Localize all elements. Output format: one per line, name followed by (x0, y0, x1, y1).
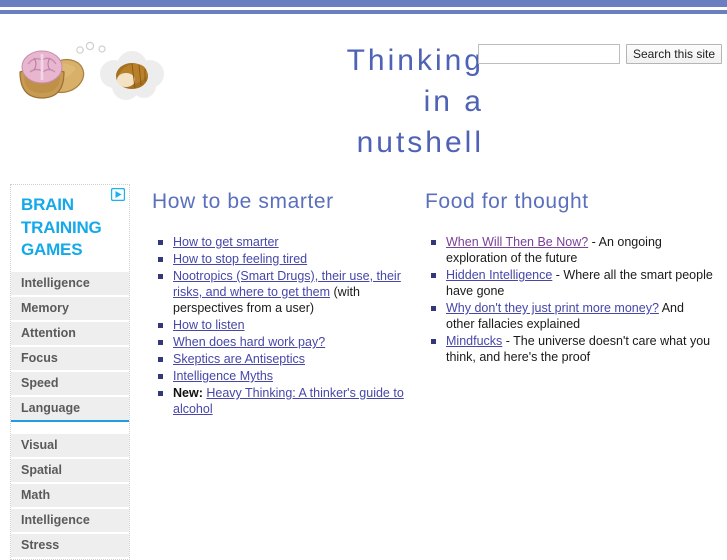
column-heading: How to be smarter (152, 190, 334, 213)
link-list-how-to-be-smarter: How to get smarter How to stop feeling ti… (152, 234, 415, 417)
ad-headline: BRAIN TRAINING GAMES (21, 195, 102, 259)
content-link[interactable]: Mindfucks (446, 334, 502, 348)
ad-link-language[interactable]: Language (11, 396, 129, 422)
list-item: How to listen (152, 317, 415, 333)
ad-link-spatial[interactable]: Spatial (11, 458, 129, 482)
content-link[interactable]: Why don't they just print more money? (446, 301, 659, 315)
content-link[interactable]: Skeptics are Antiseptics (173, 352, 305, 366)
ad-link-speed[interactable]: Speed (11, 371, 129, 395)
list-item: Hidden Intelligence - Where all the smar… (425, 267, 715, 299)
content-link[interactable]: How to stop feeling tired (173, 252, 307, 266)
list-item: When Will Then Be Now? - An ongoing expl… (425, 234, 715, 266)
column-heading: Food for thought (425, 190, 589, 213)
content-link[interactable]: When Will Then Be Now? (446, 235, 588, 249)
new-badge: New: (173, 386, 203, 400)
list-item: Mindfucks - The universe doesn't care wh… (425, 333, 715, 365)
title-line-2: in a (423, 85, 484, 118)
link-list-food-for-thought: When Will Then Be Now? - An ongoing expl… (425, 234, 715, 365)
column-food-for-thought: Food for thought When Will Then Be Now? … (415, 190, 715, 418)
ad-link-stress[interactable]: Stress (11, 533, 129, 557)
ad-link-intelligence[interactable]: Intelligence (11, 271, 129, 295)
list-item: Skeptics are Antiseptics (152, 351, 415, 367)
list-item: Why don't they just print more money? An… (425, 300, 715, 332)
list-item: New: Heavy Thinking: A thinker's guide t… (152, 385, 415, 417)
ad-link-memory[interactable]: Memory (11, 296, 129, 320)
list-item: When does hard work pay? (152, 334, 415, 350)
ad-link-intelligence-2[interactable]: Intelligence (11, 508, 129, 532)
advertisement-block[interactable]: BRAIN TRAINING GAMES Intelligence Memory… (10, 184, 130, 560)
title-line-3: nutshell (356, 126, 484, 159)
list-item: How to stop feeling tired (152, 251, 415, 267)
list-item: Nootropics (Smart Drugs), their use, the… (152, 268, 415, 316)
list-item: Intelligence Myths (152, 368, 415, 384)
search-input[interactable] (477, 44, 620, 64)
content-link[interactable]: Heavy Thinking: A thinker's guide to alc… (173, 386, 404, 416)
title-line-1: Thinking (346, 44, 484, 77)
ad-link-math[interactable]: Math (11, 483, 129, 507)
content-link[interactable]: When does hard work pay? (173, 335, 325, 349)
top-decorative-stripes (0, 0, 727, 14)
content-link[interactable]: Hidden Intelligence (446, 268, 552, 282)
adchoices-svg (110, 187, 126, 202)
ad-link-focus[interactable]: Focus (11, 346, 129, 370)
site-header: Thinking in a nutshell Search this site (0, 14, 727, 166)
stripe-upper (0, 0, 727, 7)
search-area: Search this site (477, 44, 722, 64)
column-how-to-be-smarter: How to be smarter How to get smarter How … (130, 190, 415, 418)
ad-link-attention[interactable]: Attention (11, 321, 129, 345)
ad-link-visual[interactable]: Visual (11, 433, 129, 457)
ad-link-group-1: Intelligence Memory Attention Focus Spee… (11, 271, 129, 422)
content-link[interactable]: How to listen (173, 318, 245, 332)
list-item: How to get smarter (152, 234, 415, 250)
search-button[interactable]: Search this site (625, 44, 722, 64)
content-row: BRAIN TRAINING GAMES Intelligence Memory… (0, 166, 727, 560)
content-link[interactable]: Intelligence Myths (173, 369, 273, 383)
page-title: Thinking in a nutshell (14, 40, 484, 163)
content-link[interactable]: Nootropics (Smart Drugs), their use, the… (173, 269, 401, 299)
main-content: How to be smarter How to get smarter How … (130, 166, 727, 418)
ad-link-group-2: Visual Spatial Math Intelligence Stress (11, 433, 129, 557)
content-link[interactable]: How to get smarter (173, 235, 279, 249)
sidebar: BRAIN TRAINING GAMES Intelligence Memory… (10, 184, 130, 560)
adchoices-triangle-icon[interactable] (110, 187, 126, 202)
